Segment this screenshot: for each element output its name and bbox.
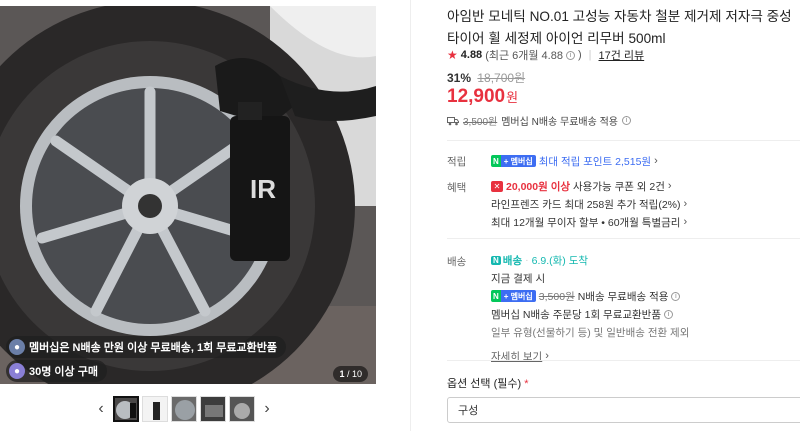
coupon-icon: ✕	[491, 180, 503, 192]
info-icon[interactable]: i	[664, 309, 673, 319]
discount-percent: 31%	[447, 71, 472, 85]
points-label: 적립	[447, 156, 467, 168]
divider-dot: ·	[525, 254, 529, 266]
delivery-free-text: N배송 무료배송 적용	[577, 290, 669, 303]
purchase-count-text: 30명 이상 구매	[29, 366, 98, 378]
thumbnail-4[interactable]	[200, 396, 226, 422]
chevron-right-icon: ›	[683, 198, 688, 210]
thumbnail-3[interactable]	[171, 396, 197, 422]
chevron-right-icon: ›	[667, 180, 672, 192]
rating-detail: (최근 6개월 4.88	[485, 50, 563, 62]
thumbnail-5[interactable]	[229, 396, 255, 422]
arrival-date: 6.9.(화) 도착	[531, 254, 589, 267]
product-info-panel: 아임반 모네틱 NO.01 고성능 자동차 철분 제거제 저자극 중성 타이어 …	[410, 0, 800, 431]
points-max-link[interactable]: 최대 적립 포인트 2,515원	[539, 154, 651, 169]
chevron-right-icon: ›	[654, 155, 658, 167]
star-icon: ★	[447, 48, 458, 62]
thumbnail-strip: ‹ ›	[92, 395, 276, 423]
delivery-label: 배송	[447, 256, 467, 268]
npay-membership-badge: N + 멤버십	[491, 155, 536, 167]
delivery-details-link[interactable]: 자세히 보기	[491, 349, 542, 364]
delivery-condition: 지금 결제 시	[491, 272, 546, 285]
divider	[447, 140, 800, 141]
exchange-text: 멤버십 N배송 주문당 1회 무료교환반품	[491, 308, 661, 321]
option-select[interactable]: 구성	[447, 397, 800, 423]
review-count-link[interactable]: 17건 리뷰	[599, 47, 645, 63]
n-delivery-badge: N 배송	[491, 253, 522, 268]
sale-price: 12,900원	[447, 86, 518, 108]
n-delivery-badge-text: 배송	[502, 254, 523, 267]
truck-icon	[447, 116, 459, 125]
discount-row: 31% 18,700원	[447, 69, 525, 86]
rating-detail-close: )	[577, 49, 582, 61]
thumbnail-image	[115, 398, 137, 420]
main-product-image[interactable]: IR ● 멤버십은 N배송 만원 이상 무료배송, 1회 무료교환반품 ● 30…	[0, 6, 376, 384]
image-counter-current: 1	[339, 369, 345, 379]
option-label: 옵션 선택 (필수) *	[447, 375, 529, 391]
user-icon: ●	[9, 363, 25, 379]
n-delivery-icon: N	[491, 255, 501, 265]
option-select-value: 구성	[458, 405, 479, 417]
npay-membership-badge: N + 멤버십	[491, 290, 536, 302]
shipping-free-text: 멤버십 N배송 무료배송 적용	[501, 117, 618, 128]
membership-shipping-badge: ● 멤버십은 N배송 만원 이상 무료배송, 1회 무료교환반품	[6, 336, 286, 358]
product-gallery: IR ● 멤버십은 N배송 만원 이상 무료배송, 1회 무료교환반품 ● 30…	[0, 0, 380, 431]
npay-n: N	[491, 155, 501, 167]
npay-membership: + 멤버십	[500, 155, 536, 167]
divider-bar: |	[588, 49, 592, 61]
shipping-summary: 3,500원 멤버십 N배송 무료배송 적용 i	[447, 113, 631, 128]
npay-membership: + 멤버십	[500, 290, 536, 302]
image-counter-total: / 10	[346, 369, 362, 379]
thumbnail-2[interactable]	[142, 396, 168, 422]
info-icon[interactable]: i	[565, 50, 575, 60]
thumbnail-image	[172, 397, 196, 421]
installment-text[interactable]: 최대 12개월 무이자 할부 • 60개월 특별금리	[491, 215, 680, 230]
thumbnail-1[interactable]	[113, 396, 139, 422]
coupon-amount: 20,000원 이상	[506, 180, 571, 193]
divider	[447, 360, 800, 361]
thumbnail-image	[230, 397, 254, 421]
points-body: N + 멤버십 최대 적립 포인트 2,515원 ›	[491, 154, 658, 168]
thumbnail-image	[143, 397, 167, 421]
benefits-label: 혜택	[447, 182, 467, 194]
npay-n: N	[491, 290, 501, 302]
divider	[447, 238, 800, 239]
delivery-original-fee: 3,500원	[538, 290, 575, 303]
required-mark: *	[524, 378, 529, 390]
info-icon[interactable]: i	[622, 116, 631, 125]
shipping-original-fee: 3,500원	[463, 117, 498, 128]
membership-shipping-text: 멤버십은 N배송 만원 이상 무료배송, 1회 무료교환반품	[29, 342, 277, 354]
svg-text:IR: IR	[250, 174, 276, 204]
gift-icon: ●	[9, 339, 25, 355]
chevron-right-icon: ›	[683, 216, 688, 228]
sale-price-unit: 원	[506, 90, 519, 105]
sale-price-number: 12,900	[447, 86, 506, 107]
thumbnail-next-button[interactable]: ›	[258, 395, 276, 423]
image-page-counter: 1 / 10	[333, 366, 368, 382]
product-photo: IR	[0, 6, 376, 384]
purchase-count-badge: ● 30명 이상 구매	[6, 360, 107, 382]
exclusion-note: 일부 유형(선물하기 등) 및 일반배송 전환 제외	[491, 326, 690, 339]
rating-score: 4.88	[460, 49, 483, 61]
coupon-text[interactable]: 사용가능 쿠폰 외 2건	[573, 179, 665, 194]
product-title: 아임반 모네틱 NO.01 고성능 자동차 철분 제거제 저자극 중성 타이어 …	[447, 6, 800, 50]
benefits-body: ✕ 20,000원 이상 사용가능 쿠폰 외 2건 › 라인프렌즈 카드 최대 …	[491, 177, 687, 231]
thumbnail-image	[201, 397, 225, 421]
info-icon[interactable]: i	[671, 291, 681, 301]
card-benefit-text[interactable]: 라인프렌즈 카드 최대 258원 추가 적립(2%)	[491, 197, 681, 212]
product-title-line-1: 아임반 모네틱 NO.01 고성능 자동차 철분 제거제 저자극 중성	[447, 9, 792, 24]
delivery-body: N 배송 · 6.9.(화) 도착 지금 결제 시 N + 멤버십 3,500원 N…	[491, 251, 689, 365]
option-label-text: 옵션 선택 (필수)	[447, 378, 522, 390]
rating-row: ★ 4.88 (최근 6개월 4.88 i ) | 17건 리뷰	[447, 47, 644, 63]
original-price: 18,700원	[477, 71, 526, 85]
thumbnail-prev-button[interactable]: ‹	[92, 395, 110, 423]
